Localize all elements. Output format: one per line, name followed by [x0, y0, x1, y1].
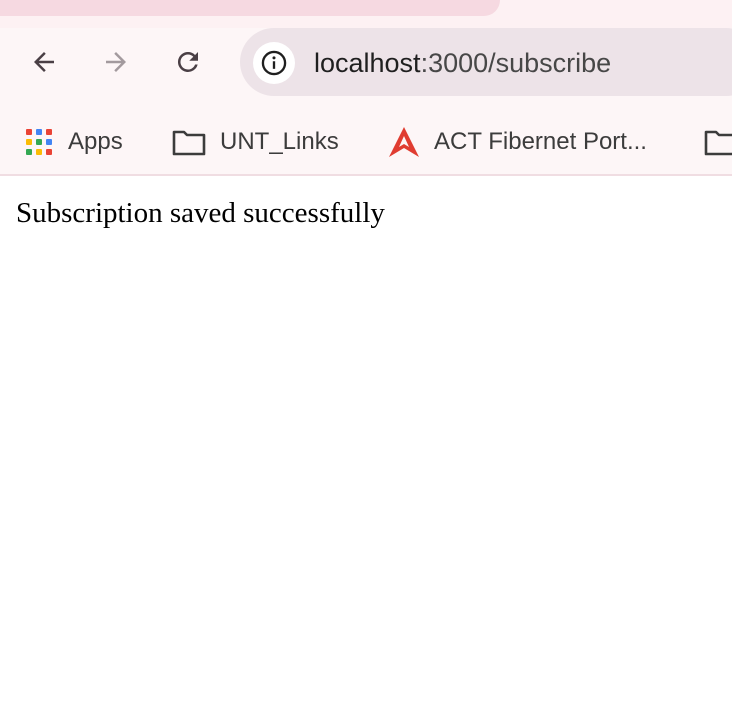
url-host: localhost: [314, 48, 421, 78]
act-logo-icon: [389, 127, 419, 157]
arrow-right-icon: [106, 52, 126, 72]
bookmark-label: Apps: [68, 128, 123, 155]
folder-icon: [704, 130, 732, 156]
site-info-button[interactable]: [253, 42, 295, 84]
bookmark-label: UNT_Links: [220, 128, 339, 155]
active-tab[interactable]: [0, 0, 500, 16]
bookmark-apps[interactable]: Apps: [26, 126, 123, 158]
forward-button[interactable]: [96, 42, 136, 82]
reload-icon: [177, 51, 198, 72]
bookmark-label: ACT Fibernet Port...: [434, 128, 647, 155]
success-message: Subscription saved successfully: [16, 197, 385, 229]
folder-icon: [172, 130, 206, 156]
bookmark-folder[interactable]: [704, 126, 732, 158]
url-text[interactable]: localhost:3000/subscribe: [314, 47, 611, 79]
page-content: Subscription saved successfully: [0, 176, 732, 710]
arrow-left-icon: [34, 52, 54, 72]
address-bar[interactable]: localhost:3000/subscribe: [240, 28, 732, 96]
browser-toolbar: localhost:3000/subscribe: [0, 28, 732, 108]
back-button[interactable]: [24, 42, 64, 82]
tab-strip: [0, 0, 732, 28]
info-icon: [261, 50, 287, 76]
apps-grid-icon: [26, 129, 54, 155]
bookmarks-bar: Apps UNT_Links ACT Fibernet Port...: [0, 108, 732, 176]
bookmark-act-fibernet[interactable]: ACT Fibernet Port...: [388, 126, 647, 158]
url-path: :3000/subscribe: [420, 48, 612, 78]
bookmark-folder-unt-links[interactable]: UNT_Links: [172, 126, 339, 158]
reload-button[interactable]: [168, 42, 208, 82]
